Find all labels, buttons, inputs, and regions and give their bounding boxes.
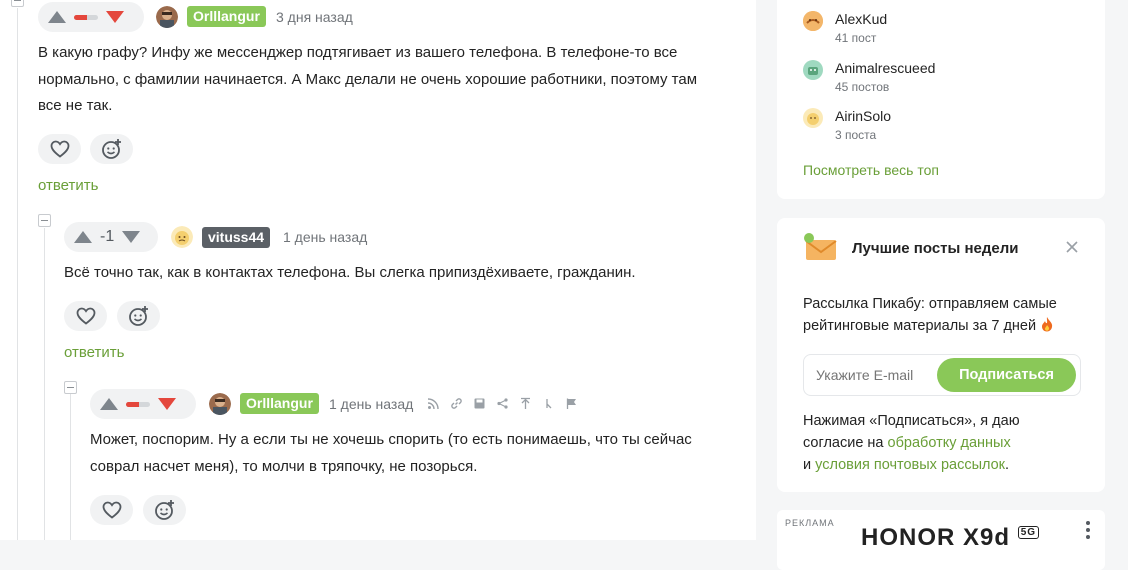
thread-line[interactable] [44,228,45,540]
heart-icon [76,307,95,325]
vote-block [38,2,144,32]
collapse-thread-button[interactable] [11,0,24,7]
branch-icon[interactable] [542,397,555,410]
comment-text: В какую графу? Инфу же мессенджер подтяг… [38,44,698,114]
downvote-icon[interactable] [158,398,176,410]
rss-icon[interactable] [427,397,440,410]
newsletter-card: Лучшие посты недели Рассылка Пикабу: отп… [777,218,1105,492]
top-user-posts: 41 пост [835,31,877,45]
consent-text: Нажимая «Подписаться», я даю согласие на… [803,413,1020,473]
reaction-button[interactable] [117,301,160,331]
see-all-top-link[interactable]: Посмотреть весь топ [803,162,939,178]
close-icon[interactable] [1065,240,1079,254]
rating-value: -1 [100,228,115,245]
avatar[interactable] [209,393,231,415]
email-form: Подписаться [803,354,1081,396]
downvote-icon[interactable] [106,11,124,23]
link-icon[interactable] [450,397,463,410]
top-user-posts: 3 поста [835,128,877,142]
mailing-terms-link[interactable]: условия почтовых рассылок [815,457,1005,473]
top-user-posts: 45 постов [835,80,890,94]
comments-column: Orlllangur 3 дня назад В какую графу? Ин… [0,0,756,540]
downvote-icon[interactable] [122,231,141,243]
upvote-icon[interactable] [48,11,66,23]
ad-label: РЕКЛАМА [785,518,835,528]
newsletter-title: Лучшие посты недели [852,240,1019,257]
heart-icon [50,140,69,158]
report-flag-icon[interactable] [565,397,578,410]
collapse-thread-button[interactable] [64,381,77,394]
avatar[interactable] [156,6,178,28]
like-button[interactable] [90,495,133,525]
avatar[interactable] [803,108,823,128]
emoji-add-icon [128,306,148,326]
emoji-add-icon [101,139,121,159]
top-user-name[interactable]: AirinSolo [835,108,891,124]
reply-link[interactable]: ответить [64,344,124,361]
comment-text: Всё точно так, как в контактах телефона.… [64,264,636,281]
share-icon[interactable] [496,397,509,410]
upvote-icon[interactable] [100,398,118,410]
reaction-button[interactable] [143,495,186,525]
vote-block [90,389,196,419]
go-to-parent-icon[interactable] [519,397,532,410]
comment-time[interactable]: 3 дня назад [276,8,353,26]
comment-text: Может, поспорим. Ну а если ты не хочешь … [90,431,692,475]
upvote-icon[interactable] [74,231,92,243]
comment-author[interactable]: Orlllangur [187,6,266,27]
sidebar: AlexKud 41 пост Animalrescueed 45 постов… [756,0,1128,570]
comment-author[interactable]: vituss44 [202,227,271,248]
thread-line[interactable] [17,8,18,540]
avatar[interactable] [803,60,823,80]
reaction-button[interactable] [90,134,133,164]
top-user-name[interactable]: AlexKud [835,11,887,27]
top-user-name[interactable]: Animalrescueed [835,60,935,76]
mail-icon [803,232,839,262]
thread-line[interactable] [70,394,71,540]
fire-icon [1040,316,1054,332]
subscribe-button[interactable]: Подписаться [937,358,1076,392]
email-input[interactable] [805,356,935,394]
more-options-icon[interactable] [1085,520,1091,542]
rating-bar [126,401,150,407]
data-processing-link[interactable]: обработку данных [888,435,1011,451]
save-icon[interactable] [473,397,486,410]
comment-author[interactable]: Orlllangur [240,393,319,414]
rating-bar [74,14,98,20]
comment-tools [427,397,578,410]
avatar[interactable] [803,11,823,31]
ad-brand-text: HONOR X9d 5G [861,524,1040,552]
collapse-thread-button[interactable] [38,214,51,227]
reply-link[interactable]: ответить [38,177,98,194]
top-users-card: AlexKud 41 пост Animalrescueed 45 постов… [777,0,1105,199]
like-button[interactable] [38,134,81,164]
like-button[interactable] [64,301,107,331]
emoji-add-icon [154,500,174,520]
heart-icon [102,501,121,519]
comment-time[interactable]: 1 день назад [329,395,413,413]
avatar[interactable] [171,226,193,248]
comment-time[interactable]: 1 день назад [283,228,367,246]
vote-block: -1 [64,222,158,252]
newsletter-description: Рассылка Пикабу: отправляем самые рейтин… [803,296,1057,334]
ad-card[interactable]: РЕКЛАМА HONOR X9d 5G [777,510,1105,570]
